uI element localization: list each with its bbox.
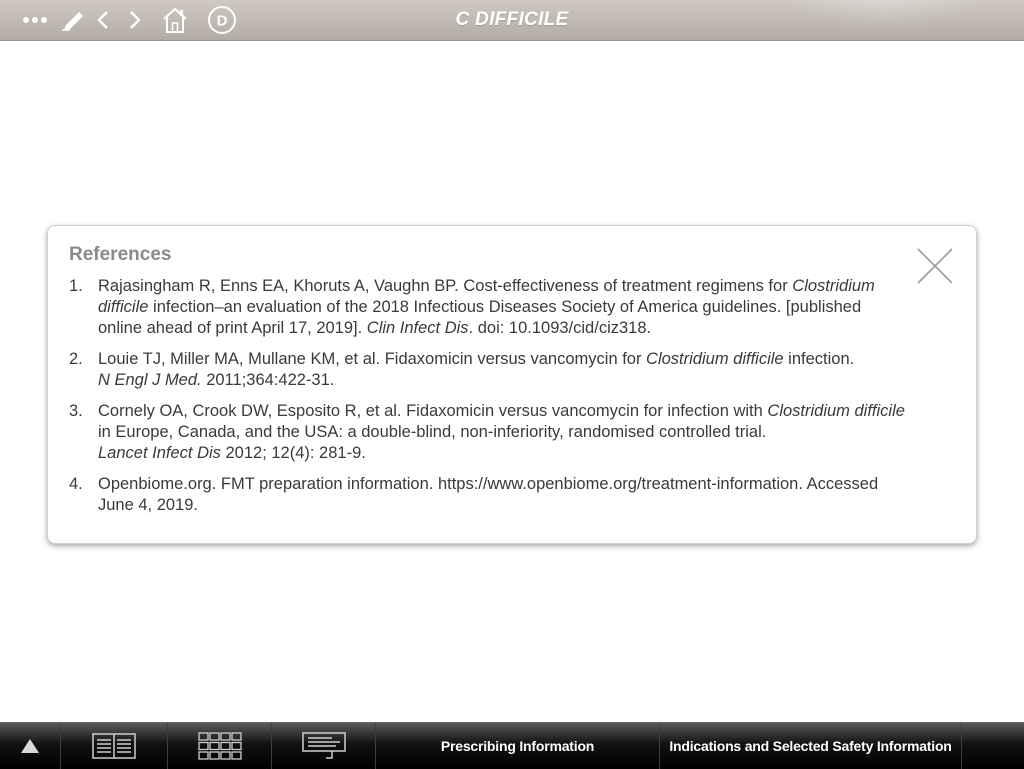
reference-text: Rajasingham R, Enns EA, Khoruts A, Vaugh… [98,277,875,337]
safety-information-label: Indications and Selected Safety Informat… [669,738,952,754]
reference-item: 4. Openbiome.org. FMT preparation inform… [69,474,909,516]
reference-text: Openbiome.org. FMT preparation informati… [98,475,879,514]
reference-item: 2. Louie TJ, Miller MA, Mullane KM, et a… [69,349,909,391]
book-icon [92,733,136,759]
notes-button[interactable] [272,723,376,769]
reference-item: 3. Cornely OA, Crook DW, Esposito R, et … [69,401,909,464]
up-triangle-icon [21,739,39,753]
grid-view-button[interactable] [168,723,272,769]
grid-icon [197,732,242,760]
prescribing-information-label: Prescribing Information [440,738,595,754]
close-icon[interactable] [916,247,954,285]
reference-text: Louie TJ, Miller MA, Mullane KM, et al. … [98,350,855,389]
references-list: 1. Rajasingham R, Enns EA, Khoruts A, Va… [69,276,909,526]
book-view-button[interactable] [61,723,168,769]
safety-information-button[interactable]: Indications and Selected Safety Informat… [660,723,962,769]
reference-number: 3. [69,402,83,420]
top-toolbar: D C DIFFICILE [0,0,1024,41]
toolbar-end-cell [962,723,1023,769]
bottom-toolbar: Prescribing Information Indications and … [0,722,1024,769]
references-modal: References 1. Rajasingham R, Enns EA, Kh… [47,225,977,544]
reference-number: 1. [69,277,83,295]
reference-number: 4. [69,475,83,493]
expand-menu-button[interactable] [0,723,61,769]
reference-item: 1. Rajasingham R, Enns EA, Khoruts A, Va… [69,276,909,339]
modal-title: References [69,244,172,265]
notes-icon [301,732,346,759]
prescribing-information-button[interactable]: Prescribing Information [376,723,660,769]
reference-text: Cornely OA, Crook DW, Esposito R, et al.… [98,402,905,462]
page-title: C DIFFICILE [455,9,569,30]
reference-number: 2. [69,350,83,368]
